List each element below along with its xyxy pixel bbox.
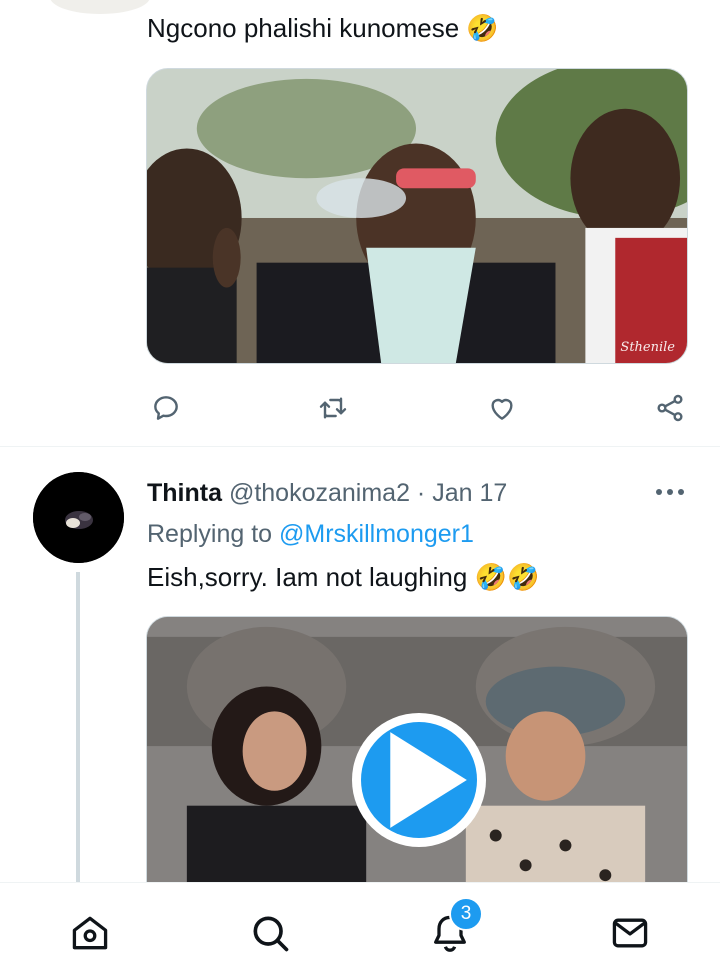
nav-search[interactable] xyxy=(246,909,294,957)
thread-line xyxy=(76,572,80,902)
timeline: Ngcono phalishi kunomese 🤣 Sthenile Thin… xyxy=(0,0,720,978)
nav-home[interactable] xyxy=(66,909,114,957)
previous-avatar-fragment xyxy=(50,0,150,14)
media-photo xyxy=(147,69,687,363)
play-button[interactable] xyxy=(352,713,486,847)
home-icon xyxy=(72,916,108,950)
messages-icon xyxy=(612,918,648,948)
media-watermark: Sthenile xyxy=(620,340,675,355)
tweet-media-video[interactable] xyxy=(146,616,688,906)
moon-avatar-image xyxy=(33,472,124,563)
tweet-text-emojis: 🤣🤣 xyxy=(474,563,540,593)
more-icon xyxy=(656,489,684,495)
retweet-icon xyxy=(319,397,347,419)
tweet-media-image[interactable]: Sthenile xyxy=(146,68,688,364)
meta-separator: · xyxy=(409,479,433,507)
replying-prefix: Replying to xyxy=(147,520,280,548)
avatar[interactable] xyxy=(33,472,124,563)
tweet-date[interactable]: Jan 17 xyxy=(432,479,507,507)
share-icon xyxy=(657,394,683,422)
play-icon xyxy=(390,732,467,828)
retweet-button[interactable] xyxy=(313,388,353,428)
tweet-divider xyxy=(0,446,720,447)
like-button[interactable] xyxy=(482,388,522,428)
notification-count-badge: 3 xyxy=(449,897,483,931)
tweet-actions xyxy=(146,388,691,428)
tweet-text: Eish,sorry. Iam not laughing 🤣🤣 xyxy=(147,559,539,596)
play-button-circle xyxy=(361,722,477,838)
author-handle[interactable]: @thokozanima2 xyxy=(229,479,410,507)
tweet-header: Thinta @thokozanima2 · Jan 17 xyxy=(147,476,507,510)
reply-button[interactable] xyxy=(146,388,186,428)
tweet-text-body: Eish,sorry. Iam not laughing xyxy=(147,562,475,592)
author-name[interactable]: Thinta xyxy=(147,479,222,507)
more-options-button[interactable] xyxy=(650,480,690,504)
like-icon xyxy=(491,398,513,420)
reply-icon xyxy=(154,396,178,420)
search-icon xyxy=(253,916,289,952)
tweet-text: Ngcono phalishi kunomese 🤣 xyxy=(147,13,499,43)
replying-to: Replying to @Mrskillmonger1 xyxy=(147,517,474,551)
replying-to-link[interactable]: @Mrskillmonger1 xyxy=(279,520,474,548)
nav-messages[interactable] xyxy=(606,909,654,957)
bottom-navigation xyxy=(0,882,720,978)
share-button[interactable] xyxy=(650,388,690,428)
